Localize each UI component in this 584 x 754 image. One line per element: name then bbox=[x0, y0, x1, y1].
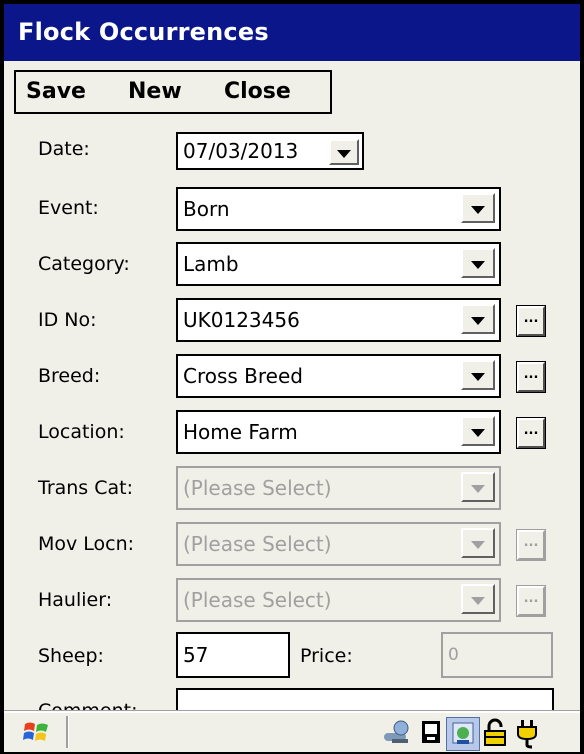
id-no-select[interactable]: UK0123456 bbox=[176, 298, 501, 342]
taskbar-divider bbox=[66, 716, 69, 748]
breed-label: Breed: bbox=[38, 365, 101, 387]
date-value: 07/03/2013 bbox=[183, 139, 299, 163]
haulier-browse-button[interactable]: ... bbox=[516, 585, 546, 617]
sheep-label: Sheep: bbox=[38, 645, 104, 667]
chevron-down-icon bbox=[471, 261, 485, 269]
trans-cat-value: (Please Select) bbox=[183, 476, 332, 500]
price-value: 0 bbox=[448, 645, 459, 665]
chevron-down-icon bbox=[471, 373, 485, 381]
location-value: Home Farm bbox=[183, 420, 298, 444]
lock-icon[interactable] bbox=[482, 718, 508, 748]
haulier-select[interactable]: (Please Select) bbox=[176, 578, 501, 622]
sheep-value: 57 bbox=[183, 643, 209, 667]
window-title: Flock Occurrences bbox=[18, 18, 269, 46]
event-dropdown-button[interactable] bbox=[461, 193, 495, 223]
breed-browse-button[interactable]: ... bbox=[516, 361, 546, 393]
location-dropdown-button[interactable] bbox=[461, 416, 495, 446]
trans-cat-label: Trans Cat: bbox=[38, 477, 134, 499]
chevron-down-icon bbox=[471, 317, 485, 325]
network-icon[interactable] bbox=[382, 719, 414, 747]
category-value: Lamb bbox=[183, 252, 239, 276]
power-plug-icon[interactable] bbox=[512, 717, 542, 749]
save-button[interactable]: Save bbox=[26, 79, 86, 104]
mov-locn-select[interactable]: (Please Select) bbox=[176, 522, 501, 566]
new-button[interactable]: New bbox=[128, 79, 182, 104]
price-input[interactable]: 0 bbox=[441, 632, 553, 678]
taskbar bbox=[4, 711, 580, 752]
id-no-dropdown-button[interactable] bbox=[461, 304, 495, 334]
location-label: Location: bbox=[38, 421, 125, 443]
mov-locn-dropdown-button[interactable] bbox=[461, 528, 495, 558]
location-select[interactable]: Home Farm bbox=[176, 410, 501, 454]
category-select[interactable]: Lamb bbox=[176, 242, 501, 286]
haulier-label: Haulier: bbox=[38, 589, 113, 611]
chevron-down-icon bbox=[471, 485, 485, 493]
mov-locn-label: Mov Locn: bbox=[38, 533, 135, 555]
mov-locn-value: (Please Select) bbox=[183, 532, 332, 556]
location-browse-button[interactable]: ... bbox=[516, 417, 546, 449]
category-dropdown-button[interactable] bbox=[461, 248, 495, 278]
id-no-value: UK0123456 bbox=[183, 308, 300, 332]
haulier-value: (Please Select) bbox=[183, 588, 332, 612]
breed-dropdown-button[interactable] bbox=[461, 360, 495, 390]
close-button[interactable]: Close bbox=[224, 79, 291, 104]
chevron-down-icon bbox=[337, 150, 351, 158]
haulier-dropdown-button[interactable] bbox=[461, 584, 495, 614]
date-picker[interactable]: 07/03/2013 bbox=[176, 132, 364, 170]
id-no-label: ID No: bbox=[38, 309, 97, 331]
breed-select[interactable]: Cross Breed bbox=[176, 354, 501, 398]
sync-icon[interactable] bbox=[446, 717, 480, 751]
sheep-input[interactable]: 57 bbox=[176, 632, 290, 678]
menu-bar: Save New Close bbox=[14, 70, 332, 114]
chevron-down-icon bbox=[471, 429, 485, 437]
price-label: Price: bbox=[300, 645, 353, 667]
trans-cat-dropdown-button[interactable] bbox=[461, 472, 495, 502]
chevron-down-icon bbox=[471, 541, 485, 549]
category-label: Category: bbox=[38, 253, 130, 275]
chevron-down-icon bbox=[471, 206, 485, 214]
date-label: Date: bbox=[38, 138, 90, 160]
trans-cat-select[interactable]: (Please Select) bbox=[176, 466, 501, 510]
start-flag-icon[interactable] bbox=[22, 718, 52, 746]
event-label: Event: bbox=[38, 197, 99, 219]
date-dropdown-button[interactable] bbox=[329, 139, 359, 165]
event-value: Born bbox=[183, 197, 230, 221]
mov-locn-browse-button[interactable]: ... bbox=[516, 529, 546, 561]
pda-icon[interactable] bbox=[418, 719, 444, 747]
breed-value: Cross Breed bbox=[183, 364, 303, 388]
id-no-browse-button[interactable]: ... bbox=[516, 305, 546, 337]
title-bar: Flock Occurrences bbox=[4, 4, 580, 61]
event-select[interactable]: Born bbox=[176, 187, 501, 231]
chevron-down-icon bbox=[471, 597, 485, 605]
